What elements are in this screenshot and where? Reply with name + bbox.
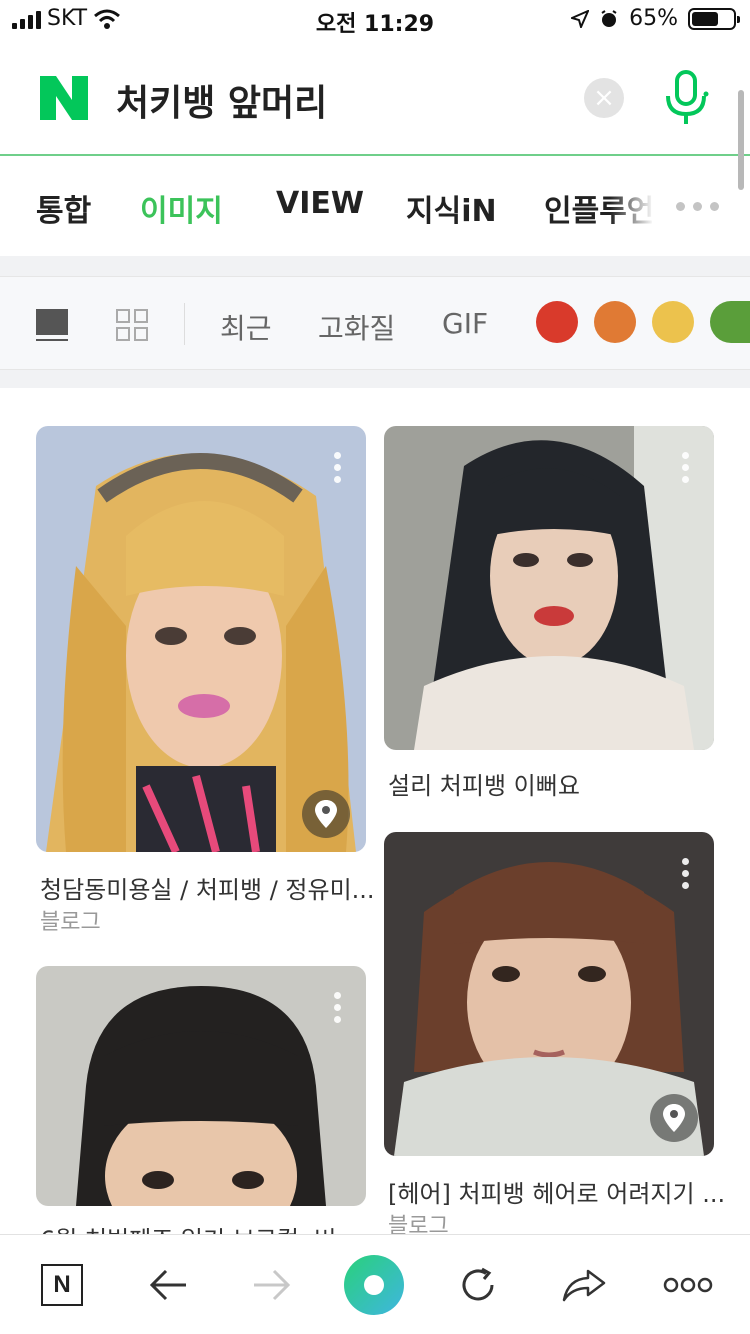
back-button[interactable] xyxy=(142,1259,194,1311)
tab-integrated[interactable]: 통합 xyxy=(36,186,91,230)
battery-percent: 65% xyxy=(629,6,678,31)
search-header: 처키뱅 앞머리 × xyxy=(0,40,750,190)
result-3-caption[interactable]: [헤어] 처피뱅 헤어로 어려지기 ... xyxy=(388,1174,725,1209)
bottom-toolbar: N xyxy=(0,1234,750,1334)
result-photo-2 xyxy=(384,426,714,750)
status-right: 65% xyxy=(571,6,740,31)
section-divider xyxy=(0,256,750,276)
filter-recent[interactable]: 최근 xyxy=(220,307,272,347)
microphone-icon[interactable] xyxy=(662,68,710,128)
single-view-underline xyxy=(36,339,68,341)
result-4-more-icon[interactable] xyxy=(332,992,342,1023)
tab-knowledge-in[interactable]: 지식iN xyxy=(406,186,497,230)
result-4-caption[interactable]: 6월 처벅페죠 일기 브로컬 ·버 xyxy=(40,1220,336,1234)
result-2-caption[interactable]: 설리 처피뱅 이뻐요 xyxy=(388,766,580,801)
share-icon xyxy=(562,1269,606,1302)
filter-high-quality[interactable]: 고화질 xyxy=(318,307,395,347)
share-button[interactable] xyxy=(558,1259,610,1311)
naver-logo-icon[interactable] xyxy=(40,76,88,120)
forward-arrow-icon xyxy=(254,1269,291,1301)
result-1-caption[interactable]: 청담동미용실 / 처피뱅 / 정유미... xyxy=(40,870,375,905)
clear-search-icon[interactable]: × xyxy=(584,78,624,118)
green-dot-icon xyxy=(364,1275,384,1295)
location-arrow-icon xyxy=(571,9,590,28)
result-photo-4 xyxy=(36,966,366,1206)
section-divider-2 xyxy=(0,370,750,388)
color-filter-yellow[interactable] xyxy=(652,301,694,343)
search-tabs: 통합 이미지 VIEW 지식iN 인플루언 xyxy=(0,158,750,256)
alarm-icon xyxy=(601,9,617,27)
refresh-button[interactable] xyxy=(452,1259,504,1311)
naver-home-icon: N xyxy=(41,1264,83,1306)
grid-view-icon[interactable] xyxy=(116,309,148,341)
tab-influencer[interactable]: 인플루언 xyxy=(544,186,654,230)
back-arrow-icon xyxy=(149,1269,186,1301)
single-view-icon[interactable] xyxy=(36,309,68,335)
result-image-2[interactable] xyxy=(384,426,714,750)
status-bar: SKT 오전 11:29 65% xyxy=(0,0,750,40)
result-image-4[interactable] xyxy=(36,966,366,1206)
more-tabs-icon[interactable] xyxy=(676,202,719,211)
result-1-more-icon[interactable] xyxy=(332,452,342,483)
search-input[interactable]: 처키뱅 앞머리 xyxy=(116,74,327,126)
more-menu-button[interactable] xyxy=(662,1259,714,1311)
refresh-icon xyxy=(462,1267,494,1301)
color-filter-red[interactable] xyxy=(536,301,578,343)
green-dot-button[interactable] xyxy=(344,1255,404,1315)
battery-icon xyxy=(688,7,740,30)
home-button[interactable]: N xyxy=(36,1259,88,1311)
filter-divider xyxy=(184,303,185,345)
result-image-1[interactable] xyxy=(36,426,366,852)
result-1-source: 블로그 xyxy=(40,910,101,935)
forward-button[interactable] xyxy=(246,1259,298,1311)
result-2-more-icon[interactable] xyxy=(680,452,690,483)
result-3-location-icon[interactable] xyxy=(650,1094,698,1142)
filter-gif[interactable]: GIF xyxy=(442,307,488,340)
more-dots-icon xyxy=(663,1277,713,1293)
color-filter-green[interactable] xyxy=(710,301,750,343)
tab-images[interactable]: 이미지 xyxy=(140,186,223,230)
result-3-more-icon[interactable] xyxy=(680,858,690,889)
color-filter-orange[interactable] xyxy=(594,301,636,343)
filter-bar: 최근 고화질 GIF xyxy=(0,276,750,370)
result-1-location-icon[interactable] xyxy=(302,790,350,838)
result-photo-1 xyxy=(36,426,366,852)
tab-view[interactable]: VIEW xyxy=(276,186,364,221)
